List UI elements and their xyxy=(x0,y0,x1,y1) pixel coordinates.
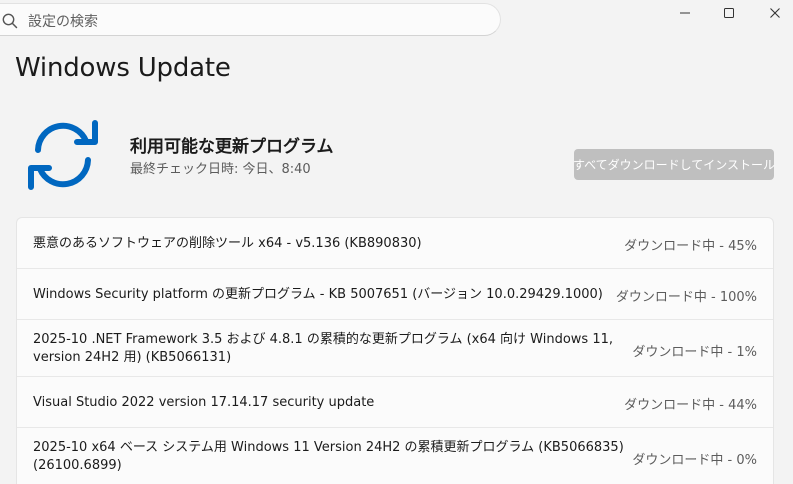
update-status: ダウンロード中 - 0% xyxy=(632,453,757,468)
search-input[interactable]: 設定の検索 xyxy=(28,11,98,31)
update-row: 2025-10 x64 ベース システム用 Windows 11 Version… xyxy=(17,428,773,484)
maximize-icon xyxy=(723,7,735,19)
search-box[interactable]: 設定の検索 xyxy=(0,3,501,36)
update-name: 2025-10 x64 ベース システム用 Windows 11 Version… xyxy=(33,440,624,473)
update-status: ダウンロード中 - 1% xyxy=(632,345,757,360)
update-name: Visual Studio 2022 version 17.14.17 secu… xyxy=(33,395,375,410)
install-all-button[interactable]: すべてダウンロードしてインストール xyxy=(573,149,775,180)
update-name: 2025-10 .NET Framework 3.5 および 4.8.1 の累積… xyxy=(33,332,613,365)
update-row: 悪意のあるソフトウェアの削除ツール x64 - v5.136 (KB890830… xyxy=(17,218,773,269)
update-row: Windows Security platform の更新プログラム - KB … xyxy=(17,269,773,320)
close-icon xyxy=(769,7,781,19)
update-row: Visual Studio 2022 version 17.14.17 secu… xyxy=(17,377,773,428)
close-button[interactable] xyxy=(752,0,793,26)
search-icon xyxy=(1,12,19,30)
last-checked-text: 最終チェック日時: 今日、8:40 xyxy=(130,162,311,177)
update-name: 悪意のあるソフトウェアの削除ツール x64 - v5.136 (KB890830… xyxy=(33,236,422,251)
minimize-icon xyxy=(679,7,691,19)
update-status: ダウンロード中 - 45% xyxy=(624,239,757,254)
update-row: 2025-10 .NET Framework 3.5 および 4.8.1 の累積… xyxy=(17,320,773,377)
status-title: 利用可能な更新プログラム xyxy=(130,137,334,157)
maximize-button[interactable] xyxy=(706,0,752,26)
update-status: ダウンロード中 - 100% xyxy=(615,290,757,305)
settings-window: 設定の検索 Windows Update 利用可能な更新プログラム 最終チェック… xyxy=(0,0,793,484)
update-status: ダウンロード中 - 44% xyxy=(624,398,757,413)
page-title: Windows Update xyxy=(15,53,231,83)
sync-arrows-icon xyxy=(24,117,102,193)
updates-list: 悪意のあるソフトウェアの削除ツール x64 - v5.136 (KB890830… xyxy=(16,217,774,484)
minimize-button[interactable] xyxy=(662,0,708,26)
update-name: Windows Security platform の更新プログラム - KB … xyxy=(33,287,603,302)
